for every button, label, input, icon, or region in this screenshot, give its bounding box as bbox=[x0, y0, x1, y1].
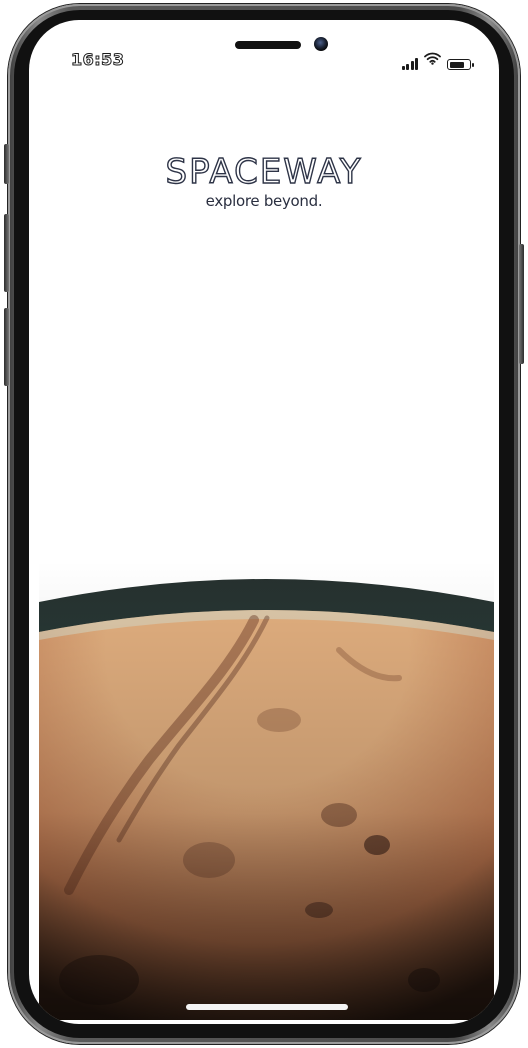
battery-icon bbox=[447, 59, 474, 70]
app-screen: 16:53 SPACEWAY explore beyond. bbox=[29, 20, 499, 1024]
mute-switch bbox=[4, 144, 9, 184]
front-camera bbox=[314, 37, 328, 51]
status-icons bbox=[401, 52, 474, 70]
volume-up-button bbox=[4, 214, 9, 292]
status-time: 16:53 bbox=[70, 50, 125, 70]
brand-name: SPACEWAY bbox=[165, 151, 363, 192]
volume-down-button bbox=[4, 308, 9, 386]
status-bar: 16:53 bbox=[29, 20, 499, 80]
mars-planet-image bbox=[39, 560, 494, 1020]
cellular-signal-icon bbox=[401, 58, 418, 70]
brand-logo: SPACEWAY explore beyond. bbox=[29, 151, 499, 210]
brand-tagline: explore beyond. bbox=[205, 192, 323, 210]
wifi-icon bbox=[424, 52, 441, 70]
battery-level bbox=[449, 61, 464, 68]
earpiece-speaker bbox=[235, 41, 301, 49]
power-button bbox=[519, 244, 524, 364]
home-indicator[interactable] bbox=[186, 1004, 348, 1010]
